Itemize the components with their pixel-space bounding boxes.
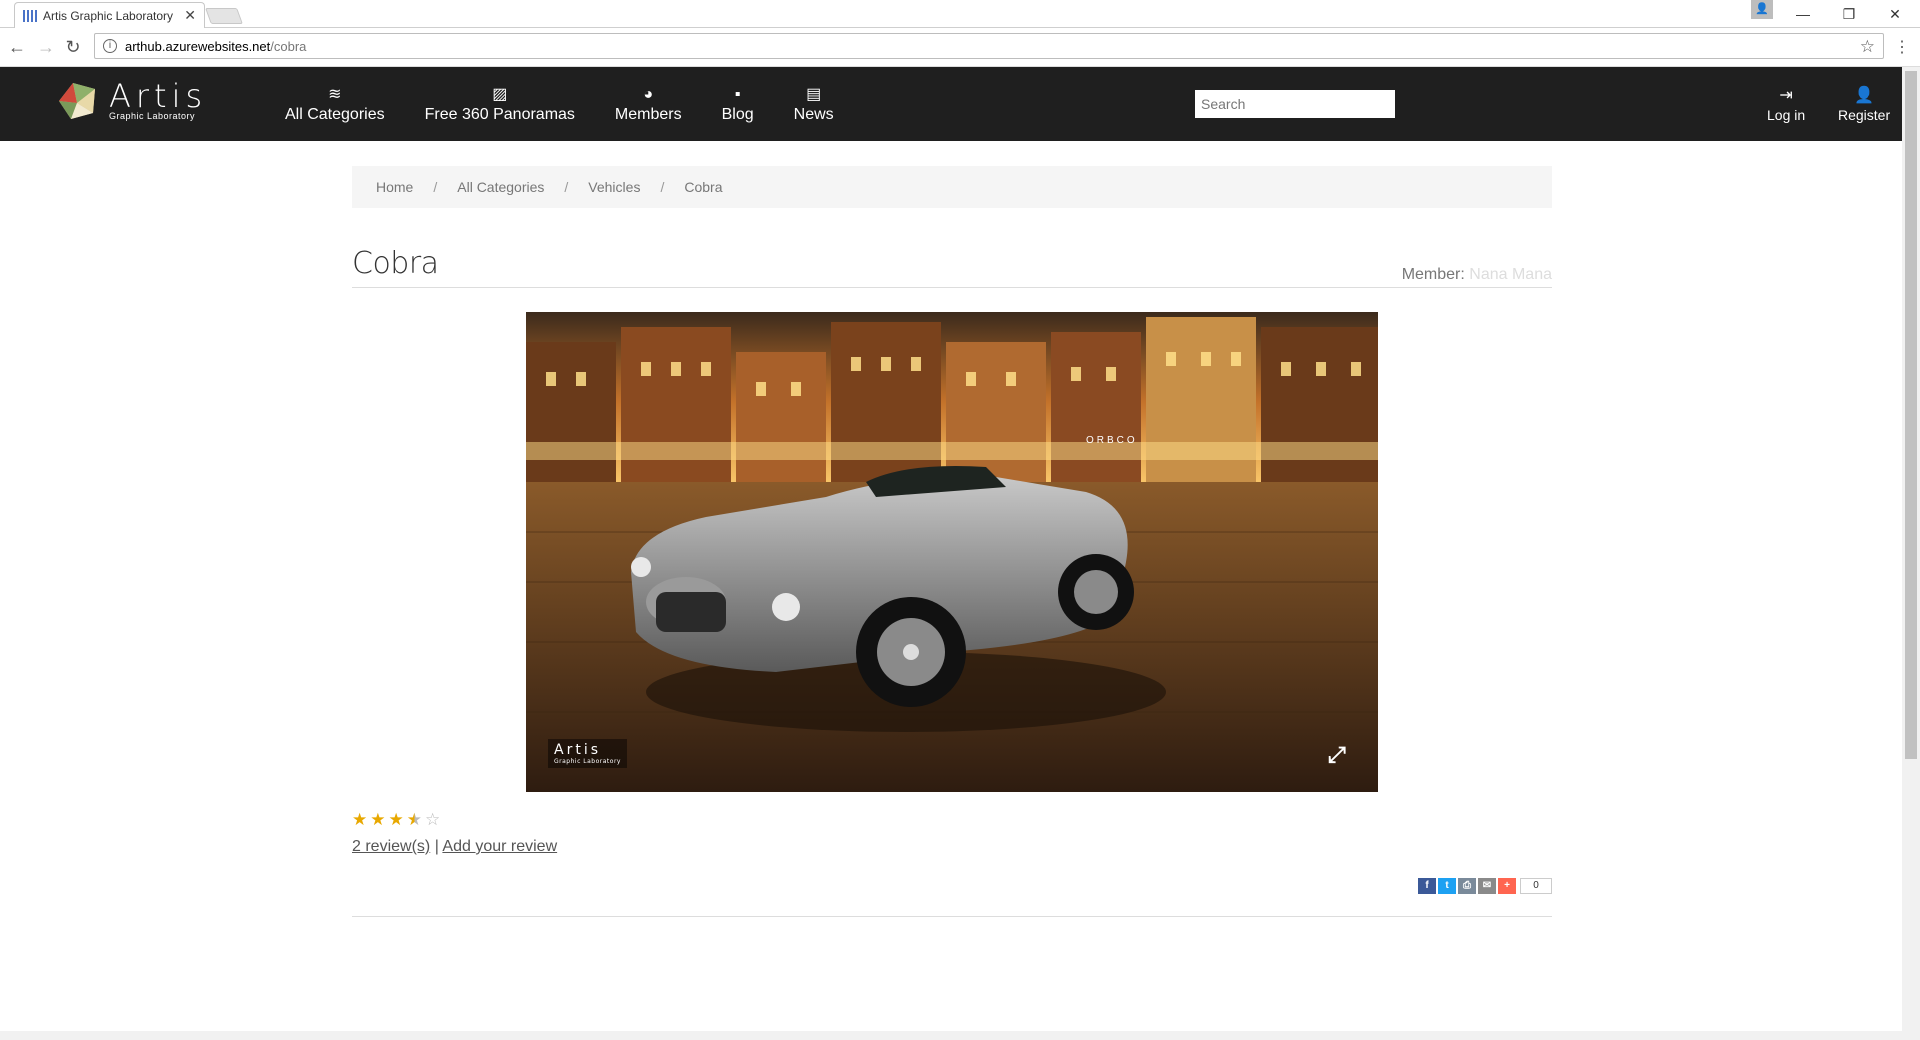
star-full-icon[interactable]: ★ [389, 810, 404, 830]
fullscreen-icon[interactable]: ⤢ [1328, 742, 1346, 768]
logo-mark-icon [59, 83, 95, 119]
login-icon: ⇥ [1779, 87, 1793, 104]
comment-icon: ▪ [734, 86, 741, 103]
page-header: Cobra Member: Nana Mana [352, 246, 1552, 288]
breadcrumb-current: Cobra [684, 179, 723, 195]
divider [352, 916, 1552, 917]
nav-all-categories[interactable]: ≋ All Categories [265, 67, 405, 141]
members-icon: ◕ [643, 86, 654, 103]
breadcrumb-home[interactable]: Home [376, 179, 413, 195]
logo-title: Artis [109, 77, 208, 115]
bookmark-star-icon[interactable]: ☆ [1860, 37, 1875, 57]
reviews-count-link[interactable]: 2 review(s) [352, 838, 430, 855]
scrollbar-thumb[interactable] [1905, 71, 1917, 759]
new-tab-button[interactable] [205, 8, 243, 24]
nav-free-panoramas[interactable]: ▨ Free 360 Panoramas [405, 67, 595, 141]
minimize-icon[interactable]: — [1780, 0, 1826, 28]
nav-label: Blog [721, 106, 754, 123]
nav-label: Free 360 Panoramas [424, 106, 575, 123]
nav-news[interactable]: ▤ News [774, 67, 854, 141]
reviews-line: 2 review(s) | Add your review [352, 838, 1552, 856]
url-bar[interactable]: i arthub.azurewebsites.net/cobra ☆ [94, 33, 1884, 59]
address-toolbar: ← → ↻ i arthub.azurewebsites.net/cobra ☆… [0, 29, 1920, 67]
breadcrumb-separator: / [433, 179, 438, 195]
forward-icon[interactable]: → [36, 37, 56, 58]
register-label: Register [1838, 107, 1891, 123]
site-logo[interactable]: Artis Graphic Laboratory [55, 79, 207, 123]
url-host: arthub.azurewebsites.net [125, 38, 271, 54]
site-header: Artis Graphic Laboratory ≋ All Categorie… [0, 67, 1902, 141]
logo-subtitle: Graphic Laboratory [109, 111, 196, 121]
breadcrumb-separator: / [564, 179, 569, 195]
login-label: Log in [1767, 107, 1806, 123]
horizontal-scrollbar[interactable] [0, 1031, 1902, 1040]
tab-title: Artis Graphic Laboratory [43, 8, 174, 23]
restore-icon[interactable]: ❐ [1826, 0, 1872, 28]
search-input[interactable] [1195, 90, 1395, 118]
image-icon: ▨ [492, 86, 508, 103]
main-nav: ≋ All Categories ▨ Free 360 Panoramas ◕ … [265, 67, 854, 141]
member-name-link[interactable]: Nana Mana [1469, 266, 1552, 283]
more-share-icon[interactable]: + [1498, 878, 1516, 894]
share-count: 0 [1520, 878, 1552, 894]
nav-label: All Categories [285, 106, 385, 123]
nav-label: News [793, 106, 834, 123]
nav-blog[interactable]: ▪ Blog [702, 67, 774, 141]
user-plus-icon: 👤 [1854, 87, 1875, 104]
watermark-title: Artis [554, 742, 602, 758]
car-scene-image: ORBCO [526, 312, 1378, 792]
star-full-icon[interactable]: ★ [370, 810, 385, 830]
reviews-separator: | [434, 838, 439, 855]
window-close-icon[interactable]: ✕ [1872, 0, 1918, 28]
back-icon[interactable]: ← [7, 37, 27, 58]
url-path: /cobra [270, 38, 307, 54]
star-full-icon[interactable]: ★ [352, 810, 367, 830]
star-rating[interactable]: ★ ★ ★ ★ ☆ [352, 810, 1552, 830]
site-info-icon[interactable]: i [103, 39, 117, 53]
star-half-icon[interactable]: ★ [407, 810, 422, 830]
browser-menu-icon[interactable]: ⋮ [1894, 37, 1910, 57]
viewer-watermark: Artis Graphic Laboratory [548, 739, 627, 768]
browser-tabstrip: Artis Graphic Laboratory ✕ 👤 — ❐ ✕ [0, 0, 1920, 28]
profile-icon[interactable]: 👤 [1751, 0, 1773, 19]
page-title: Cobra [352, 246, 439, 281]
close-tab-icon[interactable]: ✕ [184, 7, 196, 24]
panorama-viewer[interactable]: ORBCO Artis Graphic Laboratory ⤢ [526, 312, 1378, 792]
breadcrumb-all-categories[interactable]: All Categories [457, 179, 544, 195]
breadcrumb-separator: / [660, 179, 665, 195]
twitter-share-icon[interactable]: t [1438, 878, 1456, 894]
print-share-icon[interactable]: ⎙ [1458, 878, 1476, 894]
email-share-icon[interactable]: ✉ [1478, 878, 1496, 894]
add-review-link[interactable]: Add your review [442, 838, 557, 855]
member-info: Member: Nana Mana [1402, 266, 1552, 284]
browser-tab[interactable]: Artis Graphic Laboratory ✕ [14, 2, 205, 28]
main-content: Home / All Categories / Vehicles / Cobra… [352, 141, 1552, 917]
nav-members[interactable]: ◕ Members [595, 67, 702, 141]
facebook-share-icon[interactable]: f [1418, 878, 1436, 894]
member-label: Member: [1401, 266, 1465, 283]
storefront-sign: ORBCO [1086, 435, 1138, 446]
layers-icon: ≋ [328, 86, 342, 103]
favicon-icon [23, 9, 37, 22]
reload-icon[interactable]: ↻ [63, 37, 83, 58]
watermark-subtitle: Graphic Laboratory [554, 758, 621, 765]
nav-label: Members [614, 106, 682, 123]
vertical-scrollbar[interactable] [1902, 67, 1920, 1040]
newspaper-icon: ▤ [806, 86, 822, 103]
login-button[interactable]: ⇥ Log in [1767, 67, 1805, 141]
breadcrumb-vehicles[interactable]: Vehicles [588, 179, 640, 195]
share-bar: f t ⎙ ✉ + 0 [352, 878, 1552, 894]
breadcrumb: Home / All Categories / Vehicles / Cobra [352, 166, 1552, 208]
register-button[interactable]: 👤 Register [1838, 67, 1890, 141]
star-empty-icon[interactable]: ☆ [425, 810, 440, 830]
